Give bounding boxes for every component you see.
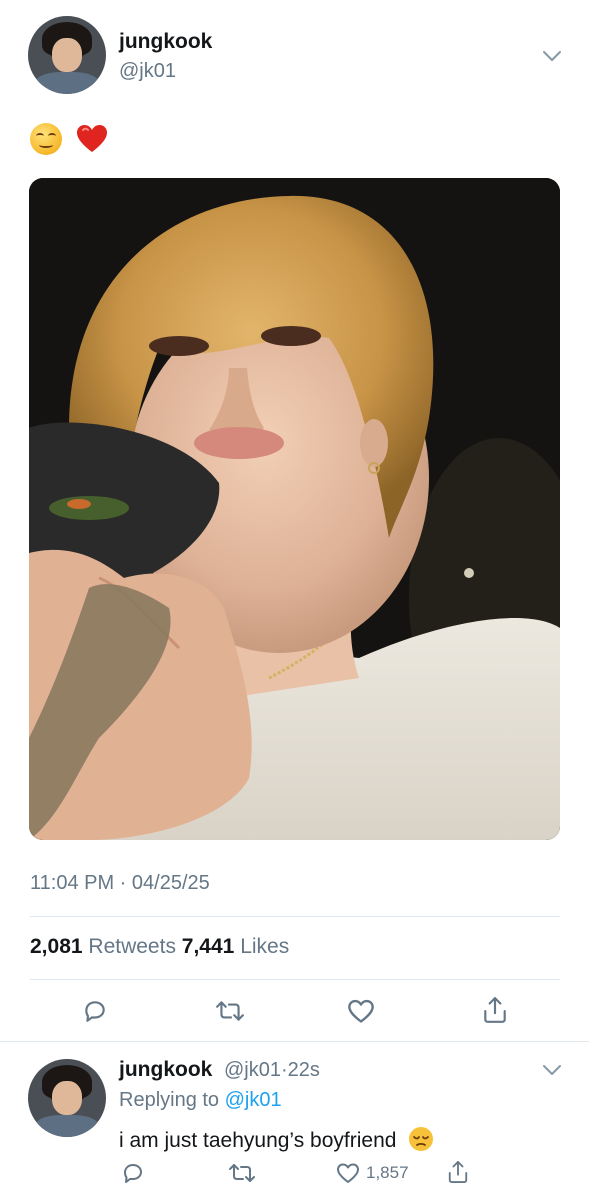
retweet-icon <box>216 1001 244 1021</box>
reply-age[interactable]: 22s <box>288 1059 320 1081</box>
reply-avatar[interactable] <box>28 1059 106 1137</box>
replying-to-handle[interactable]: @jk01 <box>225 1089 282 1111</box>
retweet-icon <box>229 1164 255 1182</box>
retweets-label[interactable]: Retweets <box>88 935 176 958</box>
reply-share-button[interactable] <box>444 1158 472 1186</box>
like-button[interactable] <box>344 996 378 1026</box>
divider <box>30 916 560 917</box>
chevron-down-icon[interactable] <box>542 50 562 62</box>
likes-count[interactable]: 7,441 <box>182 935 235 958</box>
likes-label[interactable]: Likes <box>240 935 289 958</box>
avatar[interactable] <box>28 16 106 94</box>
reply-like-count: 1,857 <box>366 1163 409 1182</box>
photo-illustration <box>29 178 560 840</box>
replying-to-label: Replying to <box>119 1089 220 1111</box>
reply-handle[interactable]: @jk01 <box>224 1059 281 1081</box>
like-icon <box>337 1163 359 1183</box>
like-icon <box>348 999 374 1023</box>
reply-text-content: i am just taehyung’s boyfriend <box>119 1129 397 1152</box>
chevron-down-icon[interactable] <box>542 1064 562 1076</box>
section-divider <box>0 1041 589 1042</box>
tweet-text <box>30 120 108 155</box>
reply-text: i am just taehyung’s boyfriend <box>119 1126 434 1153</box>
pensive-face-emoji-icon <box>409 1127 434 1151</box>
share-button[interactable] <box>478 994 512 1026</box>
replying-to: Replying to @jk01 <box>119 1089 282 1112</box>
red-heart-emoji-icon <box>76 124 107 152</box>
author-name[interactable]: jungkook <box>119 30 212 54</box>
retweets-count[interactable]: 2,081 <box>30 935 83 958</box>
tweet-photo[interactable] <box>29 178 560 840</box>
reply-reply-button[interactable] <box>119 1160 147 1186</box>
separator-dot: · <box>281 1059 288 1081</box>
tweet-stats: 2,081 Retweets 7,441 Likes <box>30 935 289 959</box>
reply-like-button[interactable]: 1,857 <box>336 1160 409 1186</box>
smiling-face-emoji-icon <box>30 122 62 155</box>
reply-retweet-button[interactable] <box>226 1160 258 1186</box>
share-icon <box>484 997 506 1023</box>
reply-icon <box>85 1001 105 1022</box>
share-icon <box>448 1160 468 1183</box>
author-handle[interactable]: @jk01 <box>119 60 176 83</box>
reply-icon <box>124 1164 142 1183</box>
reply-author-handle: @jk01·22s <box>224 1059 320 1082</box>
tweet-timestamp[interactable]: 11:04 PM · 04/25/25 <box>30 872 210 895</box>
reply-button[interactable] <box>78 996 112 1026</box>
divider <box>30 979 560 980</box>
retweet-button[interactable] <box>211 996 249 1026</box>
reply-author-name[interactable]: jungkook <box>119 1058 212 1082</box>
